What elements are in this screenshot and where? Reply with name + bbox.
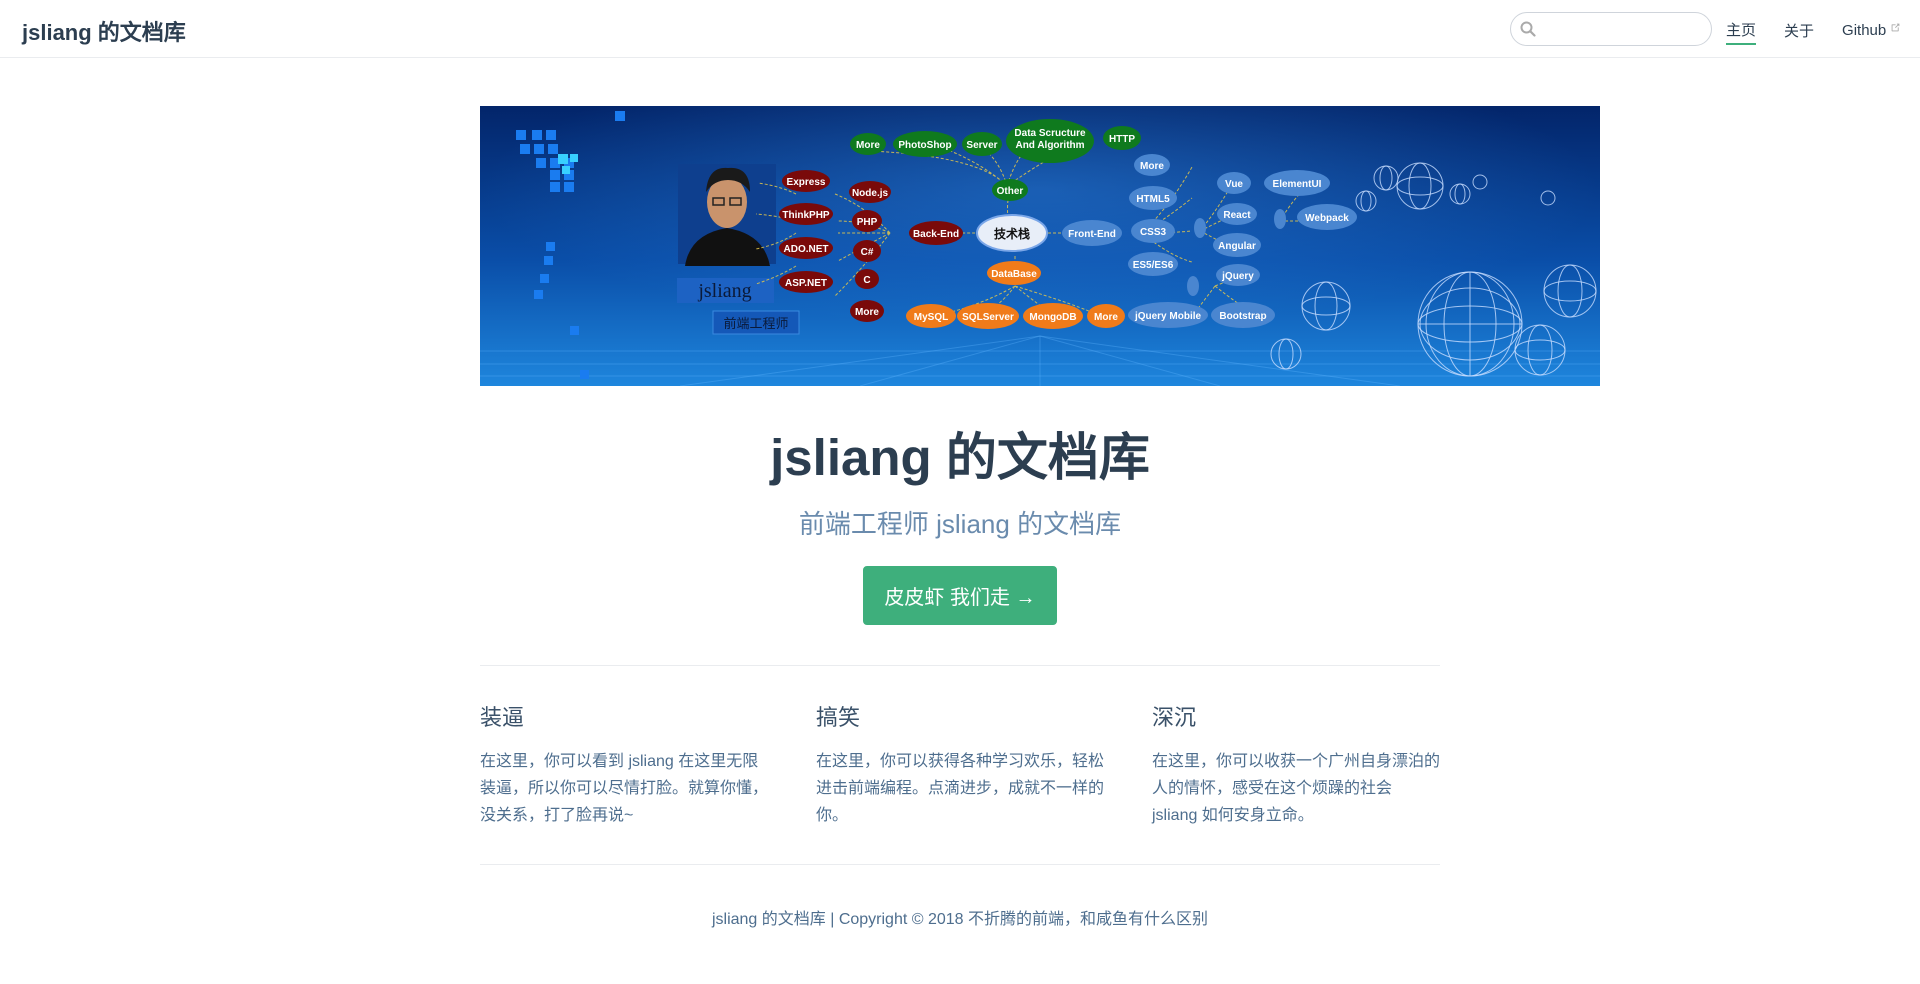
node-vue: Vue bbox=[1225, 179, 1243, 190]
node-http: HTTP bbox=[1109, 134, 1135, 145]
nav-item-home[interactable]: 主页 bbox=[1726, 19, 1757, 45]
node-es: ES5/ES6 bbox=[1133, 260, 1174, 271]
node-php: PHP bbox=[857, 217, 878, 228]
hero-banner-image: jsliang 前端工程师 Back-End Node.js PHP C# C … bbox=[480, 106, 1600, 386]
node-jquery-mobile: jQuery Mobile bbox=[1134, 311, 1202, 322]
node-bootstrap: Bootstrap bbox=[1219, 311, 1266, 322]
feature-details: 在这里，你可以看到 jsliang 在这里无限装逼，所以你可以尽情打脸。就算你懂… bbox=[480, 753, 769, 824]
nav-links: 主页 关于 Github bbox=[1726, 19, 1901, 45]
node-other: Other bbox=[997, 186, 1024, 197]
feature-item: 搞笑 在这里，你可以获得各种学习欢乐，轻松进击前端编程。点滴进步，成就不一样的你… bbox=[816, 700, 1152, 829]
node-backend: Back-End bbox=[913, 229, 959, 240]
node-elementui: ElementUI bbox=[1273, 179, 1322, 190]
node-c: C bbox=[863, 275, 870, 286]
feature-item: 深沉 在这里，你可以收获一个广州自身漂泊的人的情怀，感受在这个烦躁的社会 jsl… bbox=[1152, 700, 1440, 829]
nav-item-about[interactable]: 关于 bbox=[1784, 20, 1814, 44]
feature-item: 装逼 在这里，你可以看到 jsliang 在这里无限装逼，所以你可以尽情打脸。就… bbox=[480, 700, 816, 829]
node-angular: Angular bbox=[1218, 241, 1256, 252]
node-react: React bbox=[1223, 210, 1251, 221]
node-thinkphp: ThinkPHP bbox=[782, 210, 830, 221]
node-photoshop: PhotoShop bbox=[898, 140, 951, 151]
node-adonet: ADO.NET bbox=[784, 244, 829, 255]
node-database-more: More bbox=[1094, 312, 1118, 323]
node-aspnet: ASP.NET bbox=[785, 278, 827, 289]
feature-details: 在这里，你可以收获一个广州自身漂泊的人的情怀，感受在这个烦躁的社会 jslian… bbox=[1152, 753, 1441, 824]
node-css3: CSS3 bbox=[1140, 227, 1167, 238]
site-name-link[interactable]: jsliang 的文档库 bbox=[22, 15, 186, 47]
search-box[interactable] bbox=[1510, 12, 1712, 46]
navbar: jsliang 的文档库 主页 关于 Github bbox=[0, 0, 1920, 58]
node-backend-more: More bbox=[855, 307, 879, 318]
node-dsa-line2: And Algorithm bbox=[1015, 140, 1084, 151]
features-top-divider bbox=[480, 665, 1440, 666]
feature-title: 搞笑 bbox=[816, 705, 861, 730]
banner-name-label: jsliang bbox=[697, 280, 751, 302]
node-database: DataBase bbox=[991, 269, 1037, 280]
node-frontend: Front-End bbox=[1068, 229, 1116, 240]
feature-title: 装逼 bbox=[480, 705, 525, 730]
node-webpack: Webpack bbox=[1305, 213, 1349, 224]
features: 装逼 在这里，你可以看到 jsliang 在这里无限装逼，所以你可以尽情打脸。就… bbox=[480, 700, 1440, 829]
nav-item-github-label[interactable]: Github bbox=[1842, 22, 1886, 42]
node-sqlserver: SQLServer bbox=[962, 312, 1014, 323]
footer: jsliang 的文档库 | Copyright © 2018 不折腾的前端，和… bbox=[711, 911, 1209, 928]
search-input[interactable] bbox=[1543, 17, 1703, 41]
node-mysql: MySQL bbox=[914, 312, 948, 323]
node-express: Express bbox=[787, 177, 826, 188]
node-jquery: jQuery bbox=[1221, 271, 1254, 282]
node-other-more: More bbox=[856, 140, 880, 151]
node-html5: HTML5 bbox=[1136, 194, 1170, 205]
banner-role-label: 前端工程师 bbox=[723, 316, 788, 331]
hero-action-button[interactable]: 皮皮虾 我们走 → bbox=[863, 566, 1057, 625]
node-center: 技术栈 bbox=[994, 226, 1030, 241]
node-frontend-more: More bbox=[1140, 161, 1164, 172]
node-mongodb: MongoDB bbox=[1029, 312, 1076, 323]
node-nodejs: Node.js bbox=[852, 188, 889, 199]
hero-title: jsliang 的文档库 bbox=[770, 429, 1150, 486]
search-icon bbox=[1520, 21, 1536, 37]
node-dsa-line1: Data Scructure bbox=[1014, 128, 1086, 139]
hero-description: 前端工程师 jsliang 的文档库 bbox=[798, 509, 1122, 539]
nav-item-github[interactable]: Github bbox=[1842, 22, 1901, 42]
footer-divider bbox=[480, 864, 1440, 865]
feature-title: 深沉 bbox=[1152, 705, 1197, 730]
feature-details: 在这里，你可以获得各种学习欢乐，轻松进击前端编程。点滴进步，成就不一样的你。 bbox=[816, 753, 1105, 824]
node-server: Server bbox=[966, 140, 997, 151]
external-link-icon bbox=[1891, 23, 1900, 32]
node-csharp: C# bbox=[861, 247, 874, 258]
